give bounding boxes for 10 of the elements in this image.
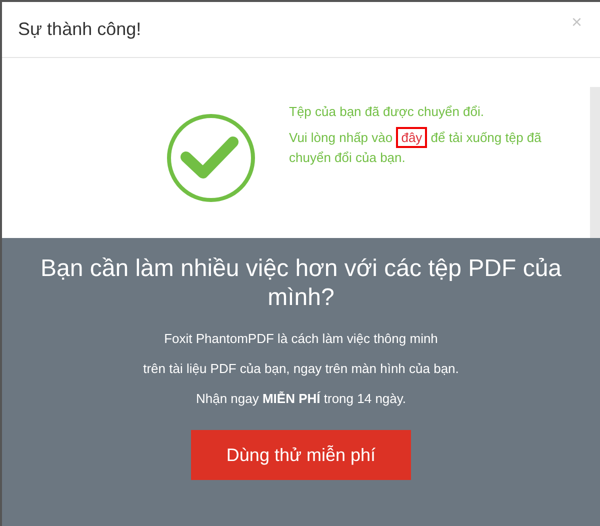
promo-text: Foxit PhantomPDF là cách làm việc thông minh bbox=[164, 330, 438, 348]
promo-text: Nhận ngay MIỄN PHÍ trong 14 ngày. bbox=[196, 390, 406, 408]
download-instruction: Vui lòng nhấp vào đây để tải xuống tệp đã chuyển đổi của bạn. bbox=[289, 127, 559, 167]
free-trial-button[interactable]: Dùng thử miễn phí bbox=[191, 430, 411, 480]
promo-heading: Bạn cần làm nhiều việc hơn với các tệp PDF của mình? bbox=[39, 254, 563, 312]
promo-text: trên tài liệu PDF của bạn, ngay trên màn hình của bạn. bbox=[143, 360, 459, 378]
check-circle-icon bbox=[165, 112, 257, 204]
download-link[interactable]: đây bbox=[396, 127, 428, 148]
success-message: Tệp của bạn đã được chuyển đổi. bbox=[289, 103, 486, 121]
dialog-title: Sự thành công! bbox=[18, 19, 142, 40]
